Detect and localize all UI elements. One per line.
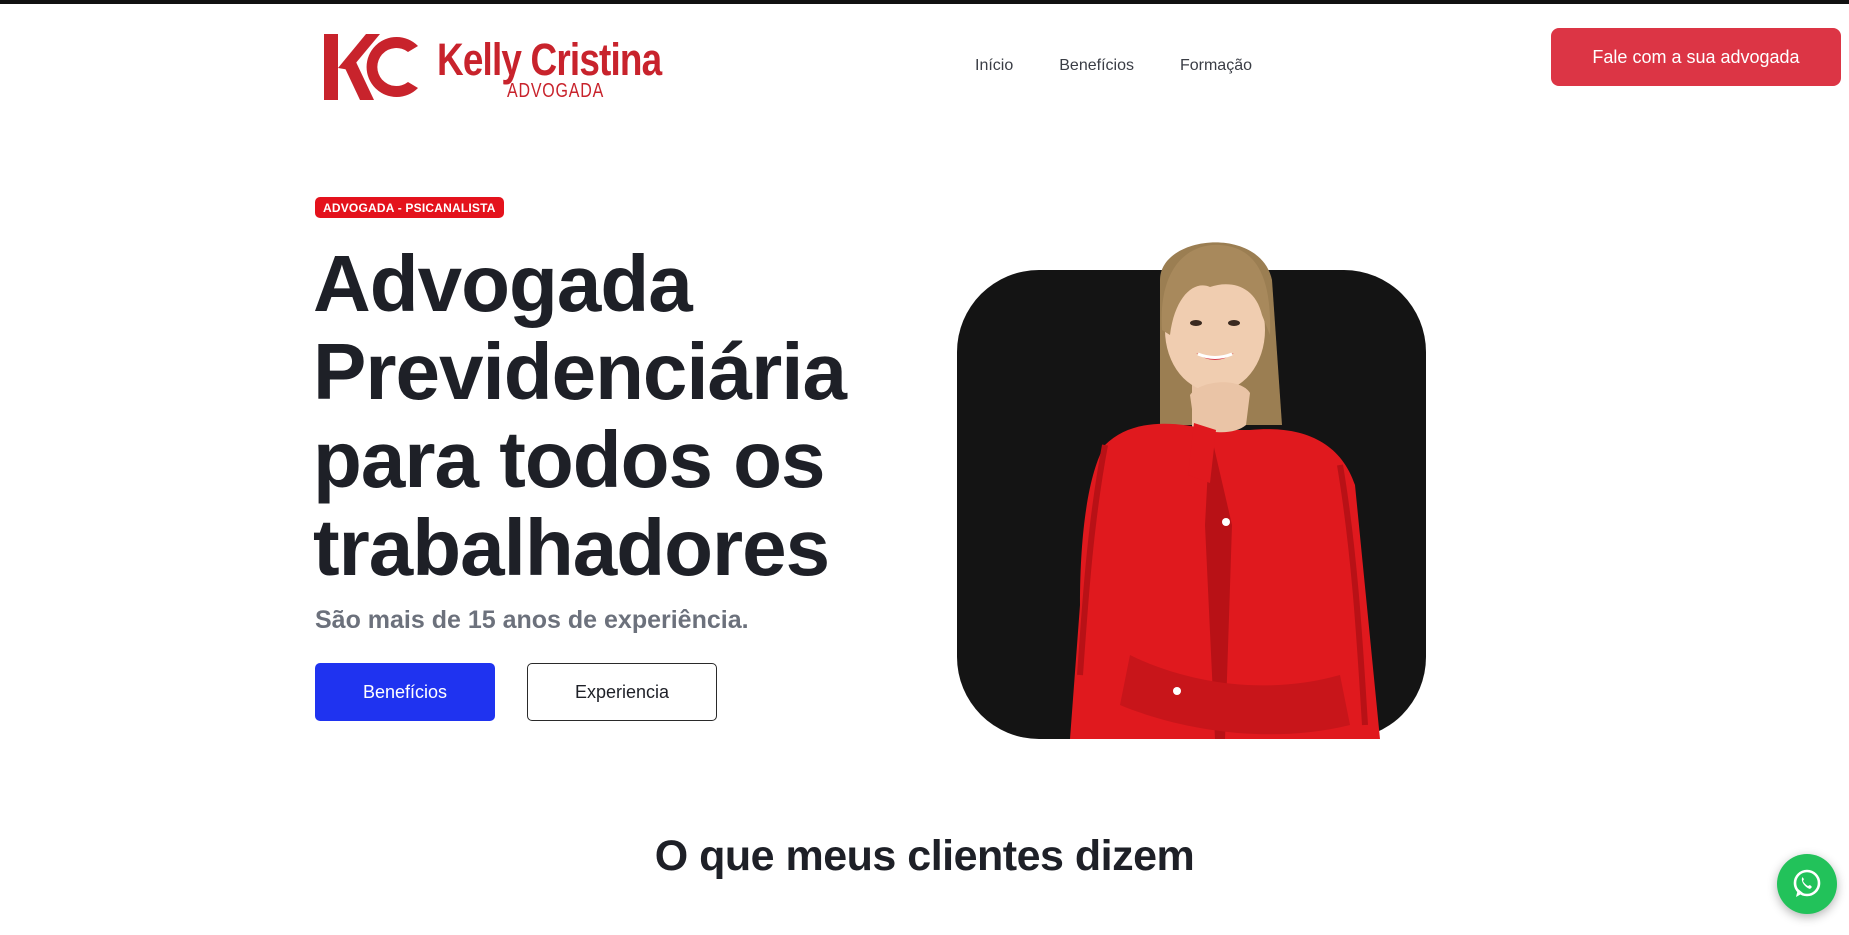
nav-formacao[interactable]: Formação [1180,57,1252,75]
hero-title-line: Advogada [313,239,693,328]
contact-lawyer-button[interactable]: Fale com a sua advogada [1551,28,1841,86]
hero-title-line: trabalhadores [313,503,830,592]
top-border [0,0,1849,4]
lawyer-portrait [1070,242,1380,739]
hero-subtitle: São mais de 15 anos de experiência. [315,606,749,634]
logo-name: Kelly Cristina [437,34,662,85]
testimonials-title: O que meus clientes dizem [654,832,1195,880]
nav-inicio[interactable]: Início [975,57,1013,75]
hero-title: Advogada Previdenciária para todos os tr… [313,240,873,592]
nav-beneficios[interactable]: Benefícios [1059,57,1134,75]
experience-button[interactable]: Experiencia [527,663,717,721]
profession-badge: ADVOGADA - PSICANALISTA [315,197,504,218]
kc-monogram-icon [324,34,418,100]
hero-title-line: Previdenciária [313,327,847,416]
hero-title-line: para todos os [313,415,826,504]
main-nav: Início Benefícios Formação [975,57,1252,75]
whatsapp-button[interactable] [1777,854,1837,914]
logo-subtitle: ADVOGADA [507,80,605,102]
site-logo[interactable]: Kelly Cristina ADVOGADA [322,28,662,108]
whatsapp-icon [1793,869,1821,897]
benefits-button[interactable]: Benefícios [315,663,495,721]
